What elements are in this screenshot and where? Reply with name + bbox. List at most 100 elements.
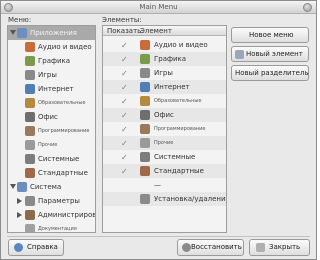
menu-category-icon [25,42,35,52]
tree-row-label: Системные [38,155,80,163]
menu-category-icon [25,210,35,220]
item-icon [140,68,150,78]
new-separator-button[interactable]: Новый разделитель [231,65,309,81]
show-checkbox[interactable]: ✓ [121,97,128,106]
expander-expanded-icon[interactable] [10,184,16,189]
show-checkbox[interactable]: ✓ [121,69,128,78]
item-icon [140,82,150,92]
item-icon [140,124,150,134]
menu-category-icon [25,84,35,94]
help-button[interactable]: Справка [8,239,64,256]
expander-collapsed-icon[interactable] [17,198,22,204]
item-icon [140,152,150,162]
tree-row-label: Интернет [38,85,74,93]
menu-category-icon [17,28,27,38]
list-item-label: Прочие [154,140,174,146]
revert-icon [182,243,191,252]
show-checkbox[interactable]: ✓ [121,55,128,64]
tree-row[interactable]: Интернет [8,82,95,96]
tree-row-label: Параметры [38,197,80,205]
show-checkbox[interactable]: ✓ [121,83,128,92]
show-checkbox[interactable]: ✓ [121,125,128,134]
show-checkbox[interactable]: ✓ [121,139,128,148]
menu-category-icon [25,56,35,66]
tree-row[interactable]: Аудио и видео [8,40,95,54]
tree-row-label: Документация [38,226,77,232]
tree-row[interactable]: Программирование [8,124,95,138]
tree-row[interactable]: Системные [8,152,95,166]
list-item[interactable]: ✓ Интернет [103,80,226,94]
tree-row-label: Образовательные [38,100,86,106]
list-item[interactable]: ✓ Аудио и видео [103,38,226,52]
show-checkbox[interactable]: ✓ [121,111,128,120]
menu-category-icon [25,140,35,150]
list-item[interactable]: ✓ Игры [103,66,226,80]
item-icon [140,166,150,176]
menu-category-icon [25,70,35,80]
help-icon [14,243,23,252]
list-item-label: Стандартные [154,167,204,175]
list-item-label: Офис [154,111,174,119]
close-button[interactable]: Закрыть [249,239,310,256]
items-label: Элементы: [102,16,142,24]
list-item[interactable]: ✓ Офис [103,108,226,122]
list-item[interactable]: Установка/удаление [103,192,226,206]
item-icon [140,40,150,50]
tree-row[interactable]: Система [8,180,95,194]
list-item[interactable]: ✓ Стандартные [103,164,226,178]
tree-row[interactable]: Приложения [8,26,95,40]
tree-row-label: Игры [38,71,57,79]
tree-row[interactable]: Образовательные [8,96,95,110]
expander-expanded-icon[interactable] [10,30,16,35]
menu-category-icon [25,126,35,136]
menu-category-icon [25,154,35,164]
tree-row[interactable]: Администрирован [8,208,95,222]
show-column-header[interactable]: Показать [107,27,141,35]
tree-row-label: Аудио и видео [38,43,92,51]
item-column-header[interactable]: Элемент [140,27,172,35]
menu-tree[interactable]: Приложения Аудио и видео Графика Игры Интерн… [7,25,96,233]
list-item[interactable]: ✓ Прочие [103,136,226,150]
close-icon [256,243,265,252]
tree-row-label: Графика [38,57,71,65]
new-menu-button[interactable]: Новое меню [231,27,309,43]
tree-row[interactable]: Игры [8,68,95,82]
tree-row[interactable]: Документация [8,222,95,232]
main-menu-window: Main Menu Меню: Элементы: Приложения Ауди… [0,0,317,260]
menu-category-icon [17,182,27,192]
title-bar: Main Menu [1,1,316,14]
list-item-label: Графика [154,55,187,63]
list-item-label: Игры [154,69,173,77]
list-item[interactable]: ✓ Программирование [103,122,226,136]
tree-row-label: Стандартные [38,169,88,177]
new-item-button[interactable]: Новый элемент [231,46,309,62]
tree-row-label: Система [30,183,62,191]
list-item-label: Образовательные [154,98,202,104]
new-item-label: Новый элемент [246,50,303,58]
list-item[interactable]: ✓ Образовательные [103,94,226,108]
tree-row[interactable]: Параметры [8,194,95,208]
tree-row-label: Офис [38,113,58,121]
tree-row[interactable]: Графика [8,54,95,68]
list-item[interactable]: ✓ Системные [103,150,226,164]
list-item-label: — [154,181,161,189]
tree-row[interactable]: Стандартные [8,166,95,180]
new-item-icon [235,50,244,59]
list-item-label: Интернет [154,83,190,91]
show-checkbox[interactable]: ✓ [121,41,128,50]
list-item[interactable]: — [103,178,226,192]
tree-row[interactable]: Прочие [8,138,95,152]
expander-collapsed-icon[interactable] [17,212,22,218]
new-menu-label: Новое меню [249,31,294,39]
list-item[interactable]: ✓ Графика [103,52,226,66]
menu-category-icon [25,224,35,232]
show-checkbox[interactable]: ✓ [121,153,128,162]
revert-button[interactable]: Восстановить [177,239,244,256]
menu-category-icon [25,112,35,122]
menu-category-icon [25,196,35,206]
tree-row[interactable]: Офис [8,110,95,124]
window-close-button[interactable] [303,3,312,12]
item-icon [140,110,150,120]
show-checkbox[interactable]: ✓ [121,167,128,176]
items-list[interactable]: Показать Элемент ✓ Аудио и видео ✓ Графика ✓… [102,25,227,233]
